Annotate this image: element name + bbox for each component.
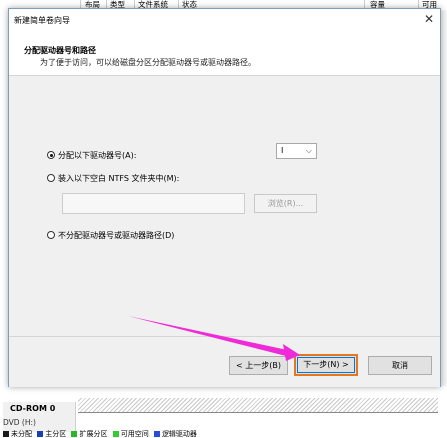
- radio-no-letter[interactable]: [47, 231, 55, 239]
- disk-type: DVD (H:): [3, 418, 36, 427]
- label-mount-folder[interactable]: 装入以下空白 NTFS 文件夹中(M):: [58, 173, 179, 184]
- wizard-footer: < 上一步(B) 下一步(N) > 取消: [9, 336, 440, 387]
- drive-letter-select[interactable]: I ⌵: [276, 143, 317, 159]
- legend-swatch-primary: [37, 431, 44, 437]
- back-button[interactable]: < 上一步(B): [229, 356, 288, 375]
- chevron-down-icon: ⌵: [305, 146, 312, 155]
- wizard-content: 分配以下驱动器号(A): I ⌵ 装入以下空白 NTFS 文件夹中(M): 浏览…: [9, 76, 440, 336]
- close-icon[interactable]: ✕: [424, 12, 434, 26]
- dialog-title: 新建简单卷向导: [14, 16, 70, 25]
- step-title: 分配驱动器号和路径: [24, 46, 96, 55]
- legend-label: 扩展分区: [79, 430, 108, 438]
- label-assign-letter[interactable]: 分配以下驱动器号(A):: [58, 150, 136, 161]
- new-simple-volume-wizard: 新建简单卷向导 ✕ 分配驱动器号和路径 为了便于访问，可以给磁盘分区分配驱动器号…: [8, 8, 441, 387]
- disk-hatched-area[interactable]: [78, 398, 438, 413]
- radio-assign-letter[interactable]: [47, 151, 55, 159]
- legend-swatch-logical: [153, 431, 160, 437]
- legend-label: 逻辑驱动器: [161, 430, 197, 438]
- disk-legend: 未分配 主分区 扩展分区 可用空间 逻辑驱动器: [0, 430, 197, 438]
- drive-letter-value: I: [281, 146, 284, 155]
- folder-path-input[interactable]: [62, 193, 245, 214]
- legend-label: 未分配: [11, 430, 32, 438]
- step-description: 为了便于访问，可以给磁盘分区分配驱动器号或驱动器路径。: [40, 58, 256, 67]
- radio-mount-folder[interactable]: [47, 174, 55, 182]
- cancel-button[interactable]: 取消: [368, 356, 432, 375]
- disk-name: CD-ROM 0: [10, 404, 56, 413]
- legend-label: 主分区: [45, 430, 67, 438]
- legend-swatch-free: [112, 431, 119, 437]
- next-button[interactable]: 下一步(N) >: [294, 354, 358, 376]
- wizard-header: 分配驱动器号和路径 为了便于访问，可以给磁盘分区分配驱动器号或驱动器路径。: [9, 31, 440, 76]
- browse-button[interactable]: 浏览(R)...: [254, 194, 317, 213]
- label-no-letter[interactable]: 不分配驱动器号或驱动器路径(D): [58, 230, 174, 241]
- legend-swatch-extended: [71, 431, 78, 437]
- legend-swatch-unallocated: [3, 431, 9, 437]
- legend-label: 可用空间: [120, 430, 149, 438]
- dialog-titlebar[interactable]: 新建简单卷向导 ✕: [9, 9, 440, 31]
- next-button-label: 下一步(N) >: [303, 360, 349, 369]
